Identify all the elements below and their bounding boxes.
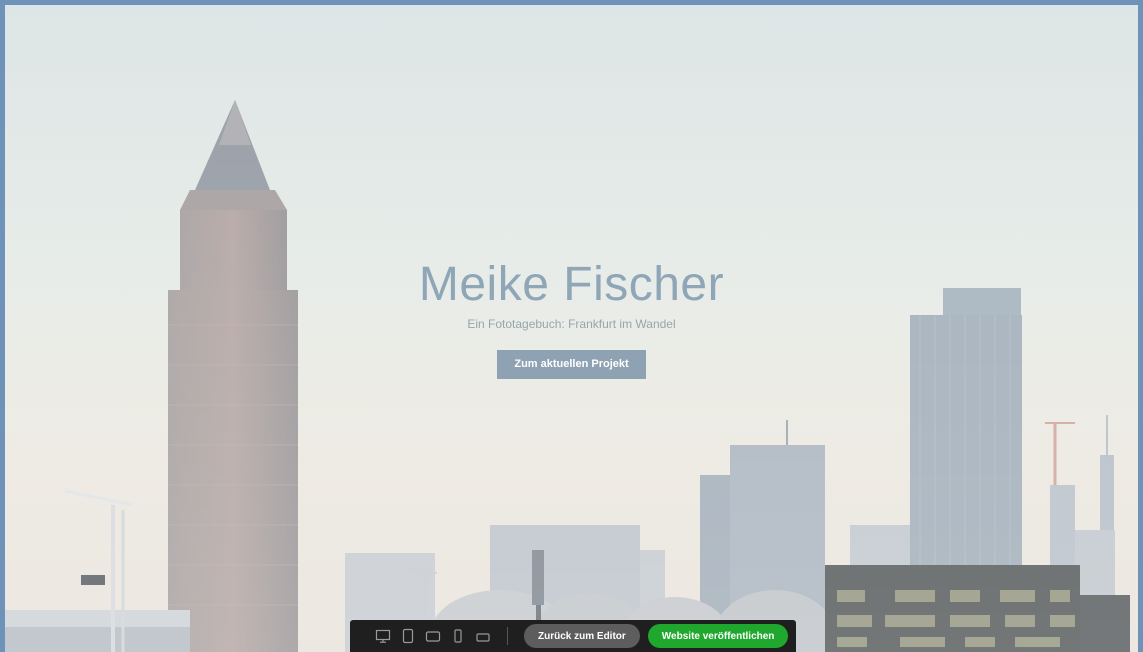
phone-landscape-icon[interactable] bbox=[474, 628, 491, 645]
phone-portrait-icon[interactable] bbox=[449, 628, 466, 645]
website-preview: Meike Fischer Ein Fototagebuch: Frankfur… bbox=[5, 5, 1138, 652]
toolbar-divider bbox=[507, 627, 508, 645]
site-title: Meike Fischer bbox=[418, 258, 725, 311]
back-to-editor-button[interactable]: Zurück zum Editor bbox=[524, 624, 640, 648]
tablet-portrait-icon[interactable] bbox=[399, 628, 416, 645]
desktop-icon[interactable] bbox=[374, 628, 391, 645]
hero-section: Meike Fischer Ein Fototagebuch: Frankfur… bbox=[5, 257, 1138, 379]
site-subtitle: Ein Fototagebuch: Frankfurt im Wandel bbox=[467, 317, 676, 331]
preview-toolbar: Zurück zum Editor Website veröffentliche… bbox=[350, 620, 796, 652]
tablet-landscape-icon[interactable] bbox=[424, 628, 441, 645]
current-project-button[interactable]: Zum aktuellen Projekt bbox=[497, 350, 646, 379]
publish-website-button[interactable]: Website veröffentlichen bbox=[647, 624, 789, 648]
